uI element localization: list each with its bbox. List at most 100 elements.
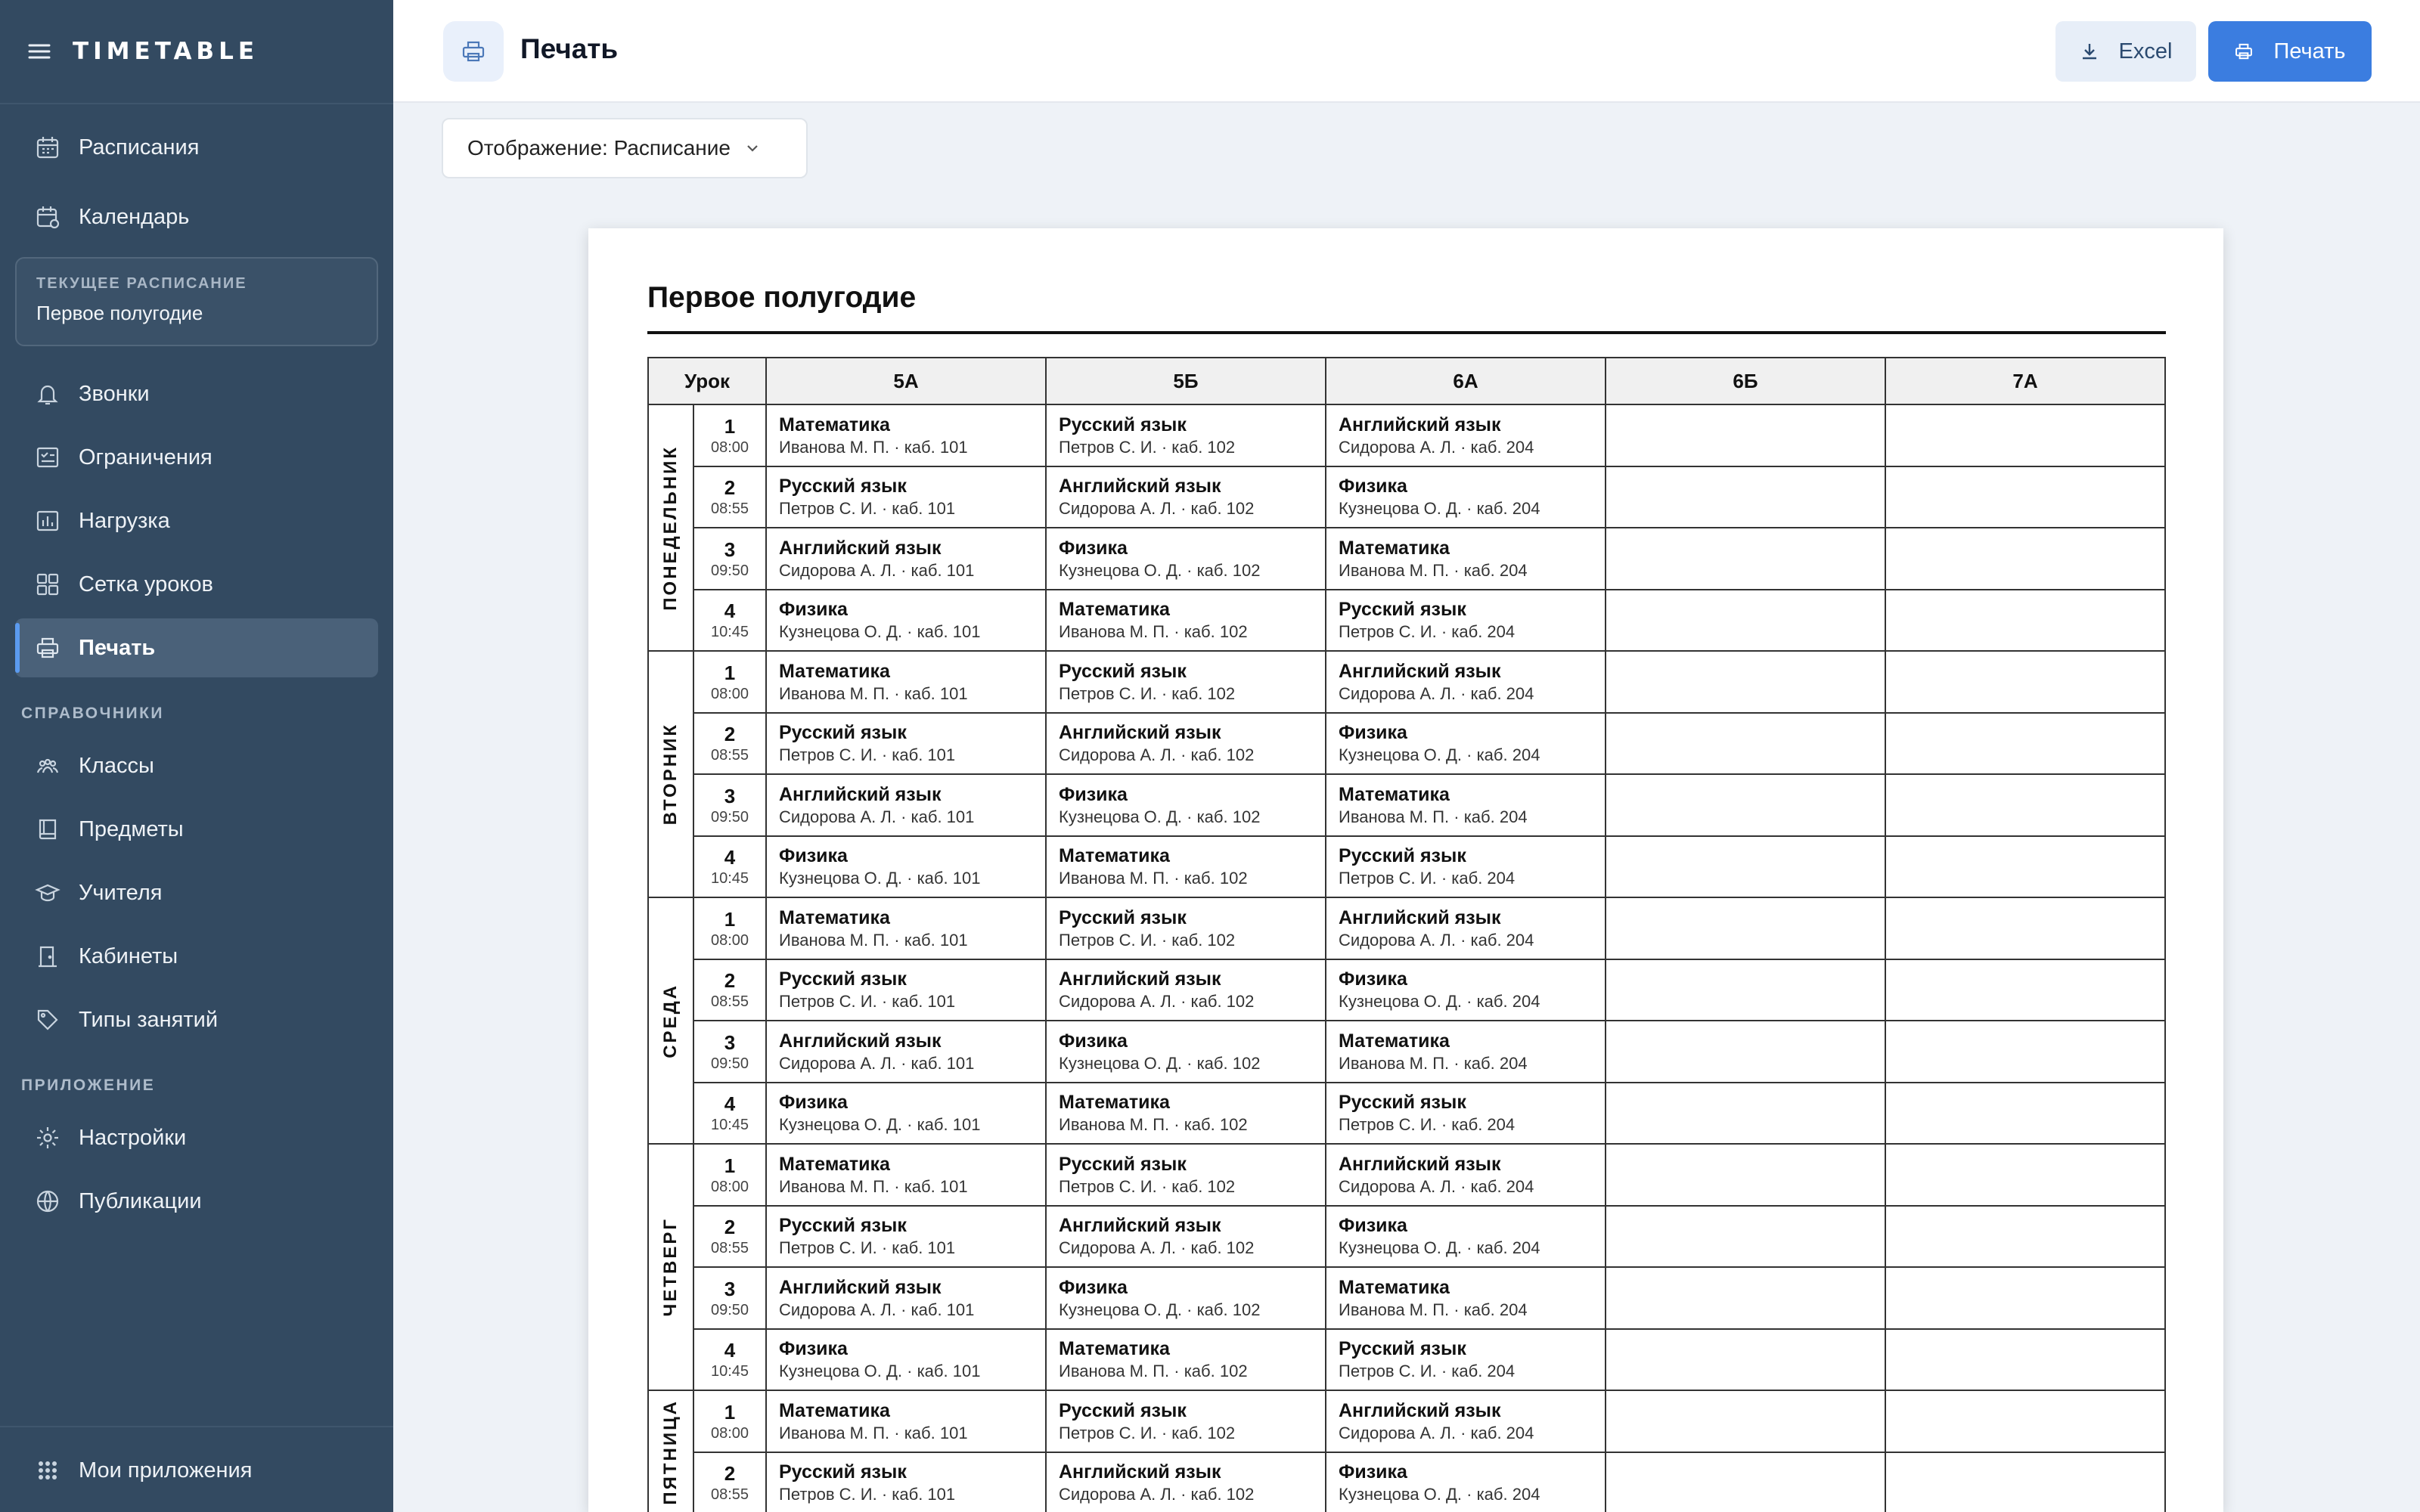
lesson-teacher-room: Петров С. И. · каб. 204: [1339, 869, 1516, 888]
table-row: ВТОРНИК 1 08:00 Математика Иванова М. П. · к…: [647, 650, 2166, 898]
menu-icon[interactable]: [27, 39, 51, 64]
lesson-cell: Английский язык Сидорова А. Л. · каб. 101: [765, 1020, 1047, 1083]
lesson-teacher-room: Петров С. И. · каб. 101: [779, 1485, 956, 1504]
lesson-teacher-room: Сидорова А. Л. · каб. 102: [1059, 745, 1255, 765]
lesson-teacher-room: Кузнецова О. Д. · каб. 102: [1059, 807, 1261, 826]
my-apps-button[interactable]: Мои приложения: [15, 1441, 378, 1500]
calendar-icon: [36, 137, 59, 159]
lesson-teacher-room: Кузнецова О. Д. · каб. 102: [1059, 1053, 1261, 1073]
lesson-cell: Английский язык Сидорова А. Л. · каб. 101: [765, 1266, 1047, 1330]
lesson-teacher-room: Петров С. И. · каб. 204: [1339, 1115, 1516, 1135]
print-button-label: Печать: [2273, 39, 2346, 64]
sidebar-item-teachers[interactable]: Учителя: [15, 863, 378, 922]
empty-lesson-cell: [1885, 404, 2166, 467]
lesson-cell: Математика Иванова М. П. · каб. 204: [1325, 527, 1606, 590]
table-row: 4 10:45 Физика Кузнецова О. Д. · каб. 101 Ма…: [648, 1081, 2166, 1145]
lesson-teacher-room: Иванова М. П. · каб. 101: [779, 1423, 968, 1442]
table-row: 4 10:45 Физика Кузнецова О. Д. · каб. 101 Ма…: [648, 1328, 2166, 1391]
current-schedule-value: Первое полугодие: [36, 302, 203, 324]
empty-lesson-cell: [1605, 588, 1886, 652]
lesson-cell: Английский язык Сидорова А. Л. · каб. 101: [765, 527, 1047, 590]
day-label-cell: ЧЕТВЕРГ: [647, 1143, 694, 1391]
lesson-teacher-room: Сидорова А. Л. · каб. 204: [1339, 1176, 1534, 1196]
sidebar-item-bells[interactable]: Звонки: [15, 364, 378, 423]
empty-lesson-cell: [1605, 1451, 1886, 1512]
sidebar-item-rooms[interactable]: Кабинеты: [15, 927, 378, 986]
sidebar-item-settings[interactable]: Настройки: [15, 1108, 378, 1167]
lesson-subject: Математика: [1059, 1338, 1170, 1360]
lesson-teacher-room: Петров С. И. · каб. 102: [1059, 683, 1236, 703]
door-icon: [39, 946, 57, 968]
lesson-number-cell: 4 10:45: [693, 588, 767, 652]
lesson-cell: Математика Иванова М. П. · каб. 101: [765, 404, 1047, 467]
empty-lesson-cell: [1605, 1328, 1886, 1391]
table-row: ЧЕТВЕРГ 1 08:00 Математика Иванова М. П. · к…: [647, 1143, 2166, 1391]
export-excel-label: Excel: [2118, 39, 2173, 64]
lesson-cell: Математика Иванова М. П. · каб. 102: [1045, 835, 1326, 898]
table-row: 3 09:50 Английский язык Сидорова А. Л. · ка…: [648, 527, 2166, 590]
view-mode-select[interactable]: Отображение: Расписание: [442, 118, 808, 178]
sidebar-item-constraints[interactable]: Ограничения: [15, 428, 378, 487]
lesson-time: 08:55: [710, 747, 749, 764]
lesson-cell: Английский язык Сидорова А. Л. · каб. 204: [1325, 897, 1606, 960]
lesson-teacher-room: Сидорова А. Л. · каб. 101: [779, 1053, 975, 1073]
view-mode-value: Отображение: Расписание: [467, 136, 731, 160]
sidebar-item-calendar[interactable]: Календарь: [15, 187, 378, 246]
lesson-subject: Физика: [779, 599, 848, 621]
lesson-teacher-room: Кузнецова О. Д. · каб. 101: [779, 622, 981, 642]
table-row: 2 08:55 Русский язык Петров С. И. · каб. 10…: [648, 465, 2166, 528]
sidebar-item-schedules[interactable]: Расписания: [15, 118, 378, 177]
sidebar-item-publications[interactable]: Публикации: [15, 1172, 378, 1231]
sidebar-item-lesson-types[interactable]: Типы занятий: [15, 990, 378, 1049]
sidebar-item-subjects[interactable]: Предметы: [15, 800, 378, 859]
sidebar-item-classes[interactable]: Классы: [15, 736, 378, 795]
lesson-teacher-room: Иванова М. П. · каб. 102: [1059, 1362, 1248, 1381]
day-label: ЧЕТВЕРГ: [660, 1217, 681, 1317]
lesson-cell: Английский язык Сидорова А. Л. · каб. 102: [1045, 711, 1326, 775]
lesson-number-cell: 2 08:55: [693, 958, 767, 1021]
lesson-subject: Русский язык: [1339, 845, 1466, 867]
lesson-number-cell: 1 08:00: [693, 404, 767, 467]
lesson-number: 2: [724, 1216, 736, 1239]
lesson-subject: Физика: [1339, 1461, 1407, 1483]
lesson-cell: Русский язык Петров С. И. · каб. 102: [1045, 1390, 1326, 1453]
lesson-cell: Физика Кузнецова О. Д. · каб. 101: [765, 588, 1047, 652]
sidebar-item-print[interactable]: Печать: [15, 618, 378, 677]
lesson-teacher-room: Сидорова А. Л. · каб. 102: [1059, 992, 1255, 1012]
lesson-teacher-room: Кузнецова О. Д. · каб. 204: [1339, 499, 1540, 519]
sidebar-item-workload[interactable]: Нагрузка: [15, 491, 378, 550]
document-title: Первое полугодие: [647, 281, 917, 314]
download-icon: [2082, 44, 2096, 60]
lesson-cell: Русский язык Петров С. И. · каб. 101: [765, 465, 1047, 528]
lesson-teacher-room: Кузнецова О. Д. · каб. 101: [779, 869, 981, 888]
lesson-subject: Английский язык: [779, 1276, 942, 1298]
lesson-teacher-room: Сидорова А. Л. · каб. 102: [1059, 1238, 1255, 1258]
column-header: 6А: [1325, 357, 1606, 405]
current-schedule-box[interactable]: ТЕКУЩЕЕ РАСПИСАНИЕ Первое полугодие: [15, 257, 378, 346]
bell-icon: [37, 385, 58, 405]
sidebar-item-lesson-grid[interactable]: Сетка уроков: [15, 555, 378, 614]
lesson-time: 08:00: [710, 1424, 749, 1442]
lesson-subject: Русский язык: [1339, 1092, 1466, 1114]
lesson-cell: Математика Иванова М. П. · каб. 101: [765, 1143, 1047, 1207]
day-label: ПЯТНИЦА: [660, 1399, 681, 1505]
export-excel-button[interactable]: Excel: [2055, 21, 2196, 82]
lesson-teacher-room: Сидорова А. Л. · каб. 102: [1059, 499, 1255, 519]
lesson-subject: Английский язык: [1059, 1215, 1221, 1237]
lesson-number: 1: [724, 1154, 736, 1177]
lesson-number-cell: 3 09:50: [693, 1020, 767, 1083]
lesson-cell: Математика Иванова М. П. · каб. 102: [1045, 588, 1326, 652]
lesson-cell: Математика Иванова М. П. · каб. 102: [1045, 1328, 1326, 1391]
lesson-teacher-room: Кузнецова О. Д. · каб. 102: [1059, 1300, 1261, 1319]
empty-lesson-cell: [1605, 465, 1886, 528]
lesson-teacher-room: Петров С. И. · каб. 204: [1339, 622, 1516, 642]
page-title: Печать: [520, 33, 619, 64]
lesson-cell: Физика Кузнецова О. Д. · каб. 101: [765, 1328, 1047, 1391]
day-label: ВТОРНИК: [660, 723, 681, 826]
print-button[interactable]: Печать: [2208, 21, 2372, 82]
lesson-cell: Русский язык Петров С. И. · каб. 204: [1325, 1081, 1606, 1145]
lesson-subject: Математика: [1059, 1092, 1170, 1114]
lesson-cell: Русский язык Петров С. И. · каб. 102: [1045, 404, 1326, 467]
empty-lesson-cell: [1605, 835, 1886, 898]
empty-lesson-cell: [1605, 1143, 1886, 1207]
